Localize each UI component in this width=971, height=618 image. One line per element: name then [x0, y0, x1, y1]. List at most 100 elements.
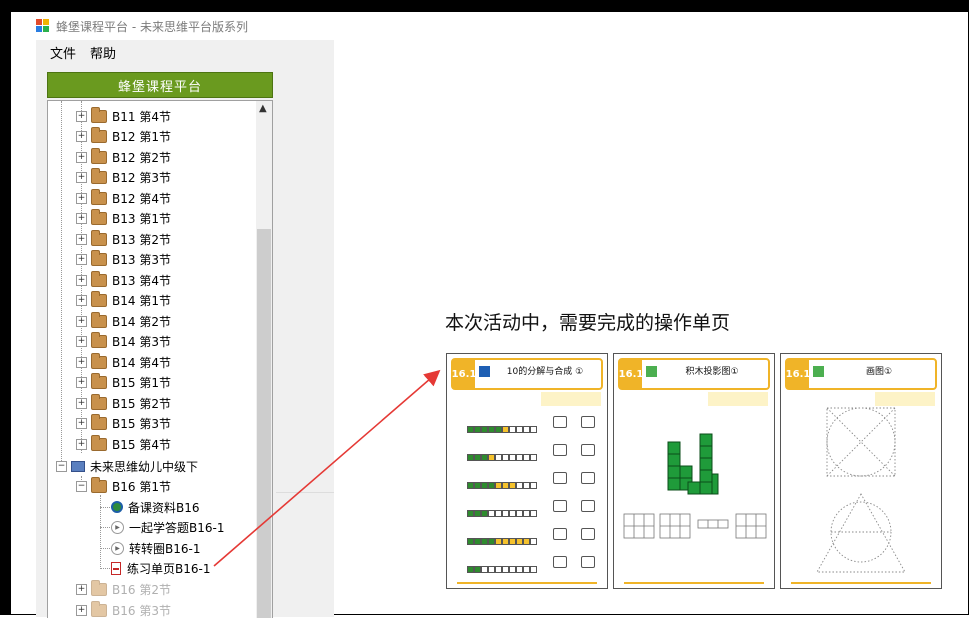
folder-icon	[91, 397, 107, 410]
folder-icon	[91, 417, 107, 430]
tree-item-label: 练习单页B16-1	[127, 560, 210, 577]
tree-item-label: B16 第2节	[112, 581, 171, 598]
tree-item-spin[interactable]: ▶ 转转圈B16-1	[111, 538, 200, 558]
menu-bar: 文件 帮助	[36, 40, 334, 64]
tree-item-b13-4[interactable]: +B13 第4节	[76, 270, 171, 290]
tree-item-b14-1[interactable]: +B14 第1节	[76, 290, 171, 310]
tree-scrollbar[interactable]: ▲	[256, 101, 272, 618]
tree-item-b13-1[interactable]: + B13 第1节	[76, 208, 171, 228]
folder-icon	[91, 376, 107, 389]
tree-item-b16-1[interactable]: −B16 第1节	[76, 476, 171, 496]
tree-item-b12-4[interactable]: +B12 第4节	[76, 188, 171, 208]
tree-item-label: B13 第3节	[112, 251, 171, 268]
folder-icon	[91, 315, 107, 328]
worksheet-heading: 本次活动中，需要完成的操作单页	[445, 308, 730, 335]
app-icon	[36, 19, 50, 33]
worksheet-footer	[457, 582, 597, 584]
expand-icon[interactable]: +	[76, 152, 87, 163]
menu-file[interactable]: 文件	[50, 43, 76, 62]
worksheet-thumbnail-3[interactable]: 16.1 画图①	[780, 353, 942, 589]
folder-icon	[91, 151, 107, 164]
tree-item-b15-4[interactable]: + B15 第4节	[76, 434, 171, 454]
expand-icon[interactable]: +	[76, 357, 87, 368]
folder-icon	[91, 212, 107, 225]
folder-icon	[91, 356, 107, 369]
folder-icon	[91, 130, 107, 143]
expand-icon[interactable]: +	[76, 398, 87, 409]
tree-item-b13-3[interactable]: + B13 第3节	[76, 249, 171, 269]
tree-item-label: B14 第4节	[112, 354, 171, 371]
worksheet-thumbnail-1[interactable]: 16.1 10的分解与合成 ①	[446, 353, 608, 589]
tree-item-b13-2[interactable]: +B13 第2节	[76, 229, 171, 249]
expand-icon[interactable]: +	[76, 336, 87, 347]
tree-item-label: 未来思维幼儿中级下	[90, 458, 198, 475]
worksheet-thumbnail-2[interactable]: 16.1 积木投影图①	[613, 353, 775, 589]
worksheet-footer	[624, 582, 764, 584]
expand-icon[interactable]: +	[76, 605, 87, 616]
platform-button[interactable]: 蜂堡课程平台	[47, 72, 273, 98]
folder-icon	[91, 480, 107, 493]
expand-icon[interactable]: +	[76, 172, 87, 183]
tree-item-quiz[interactable]: ▶ 一起学答题B16-1	[111, 517, 224, 537]
course-tree[interactable]: +B11 第4节 + B12 第1节 + B12 第2节 + B12 第3节 +B12…	[47, 100, 273, 618]
tree-item-label: 备课资料B16	[128, 499, 200, 516]
tree-item-label: B15 第4节	[112, 436, 171, 453]
tree-item-b15-3[interactable]: + B15 第3节	[76, 413, 171, 433]
tree-item-b12-2[interactable]: + B12 第2节	[76, 147, 171, 167]
tree-guide-line	[61, 101, 62, 465]
worksheet-footer	[791, 582, 931, 584]
worksheet-header: 16.1 10的分解与合成 ①	[451, 358, 603, 390]
tree-item-b12-1[interactable]: + B12 第1节	[76, 126, 171, 146]
tree-item-label: 转转圈B16-1	[129, 540, 200, 557]
tree-item-b11-4[interactable]: +B11 第4节	[76, 106, 171, 126]
tree-item-root[interactable]: − 未来思维幼儿中级下	[56, 456, 198, 476]
tree-item-b14-4[interactable]: + B14 第4节	[76, 352, 171, 372]
expand-icon[interactable]: +	[76, 234, 87, 245]
menu-help[interactable]: 帮助	[90, 43, 116, 62]
expand-icon[interactable]: +	[76, 418, 87, 429]
tree-item-b16-2[interactable]: + B16 第2节	[76, 579, 171, 599]
folder-icon	[91, 110, 107, 123]
expand-icon[interactable]: +	[76, 213, 87, 224]
tree-item-b12-3[interactable]: + B12 第3节	[76, 167, 171, 187]
tree-item-b15-1[interactable]: + B15 第1节	[76, 372, 171, 392]
scroll-thumb[interactable]	[257, 229, 271, 618]
tree-item-label: B15 第3节	[112, 415, 171, 432]
tree-item-label: B12 第3节	[112, 169, 171, 186]
expand-icon[interactable]: +	[76, 131, 87, 142]
expand-icon[interactable]: +	[76, 193, 87, 204]
scroll-up-icon[interactable]: ▲	[259, 103, 267, 114]
folder-icon	[91, 583, 107, 596]
tree-item-worksheet[interactable]: 练习单页B16-1	[111, 558, 210, 578]
folder-icon	[91, 604, 107, 617]
expand-icon[interactable]: +	[76, 275, 87, 286]
tree-item-label: B15 第1节	[112, 374, 171, 391]
content-header-area	[276, 64, 334, 154]
tree-item-b14-3[interactable]: +B14 第3节	[76, 331, 171, 351]
tree-item-label: B13 第1节	[112, 210, 171, 227]
tree-item-resources[interactable]: 备课资料B16	[111, 497, 200, 517]
expand-icon[interactable]: +	[76, 316, 87, 327]
dotted-shapes	[781, 354, 941, 588]
folder-icon	[91, 233, 107, 246]
collapse-icon[interactable]: −	[76, 481, 87, 492]
folder-icon	[91, 253, 107, 266]
expand-icon[interactable]: +	[76, 254, 87, 265]
folder-icon	[91, 171, 107, 184]
tree-guide-line	[100, 568, 110, 569]
expand-icon[interactable]: +	[76, 584, 87, 595]
expand-icon[interactable]: +	[76, 439, 87, 450]
expand-icon[interactable]: +	[76, 377, 87, 388]
tree-item-b16-3[interactable]: + B16 第3节	[76, 600, 171, 618]
lesson-number: 16.1	[453, 360, 475, 388]
tree-item-b14-2[interactable]: +B14 第2节	[76, 311, 171, 331]
collapse-icon[interactable]: −	[56, 461, 67, 472]
tree-item-label: B12 第2节	[112, 149, 171, 166]
tree-item-b15-2[interactable]: +B15 第2节	[76, 393, 171, 413]
expand-icon[interactable]: +	[76, 111, 87, 122]
expand-icon[interactable]: +	[76, 295, 87, 306]
tree-item-label: B12 第1节	[112, 128, 171, 145]
tree-item-label: B16 第3节	[112, 602, 171, 618]
play-icon: ▶	[111, 521, 124, 534]
tree-item-label: 一起学答题B16-1	[129, 519, 224, 536]
